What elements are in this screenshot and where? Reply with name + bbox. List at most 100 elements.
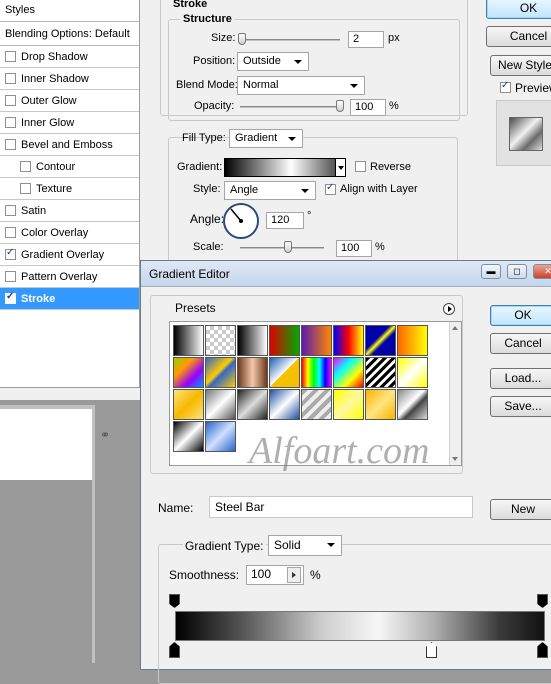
- align-checkbox[interactable]: [325, 182, 341, 195]
- blending-options[interactable]: Blending Options: Default: [0, 22, 139, 46]
- new-style-button[interactable]: New Style...: [490, 55, 551, 76]
- preset-swatch[interactable]: [365, 325, 396, 356]
- smoothness-unit: %: [310, 568, 321, 582]
- opacity-slider[interactable]: [240, 106, 340, 108]
- style-item-checkbox[interactable]: [5, 227, 16, 238]
- preset-swatch[interactable]: [301, 325, 332, 356]
- style-item-texture[interactable]: Texture: [0, 178, 139, 200]
- preset-swatch[interactable]: [173, 325, 204, 356]
- size-field[interactable]: 2: [348, 31, 384, 48]
- style-item-bevel-and-emboss[interactable]: Bevel and Emboss: [0, 134, 139, 156]
- preset-swatch[interactable]: [237, 357, 268, 388]
- gradient-picker-arrow[interactable]: [335, 158, 346, 177]
- align-checkbox-box[interactable]: [325, 182, 336, 195]
- style-item-checkbox[interactable]: [5, 247, 16, 260]
- style-item-inner-glow[interactable]: Inner Glow: [0, 112, 139, 134]
- preset-swatch[interactable]: [333, 357, 364, 388]
- style-item-label: Texture: [36, 182, 73, 195]
- style-item-outer-glow[interactable]: Outer Glow: [0, 90, 139, 112]
- preset-swatch[interactable]: [205, 389, 236, 420]
- load-button[interactable]: Load...: [490, 368, 551, 389]
- fill-type-dropdown[interactable]: Gradient: [229, 129, 303, 148]
- angle-field[interactable]: 120: [266, 212, 304, 229]
- reverse-checkbox-box[interactable]: [355, 161, 366, 172]
- layer-style-cancel-button[interactable]: Cancel: [486, 26, 551, 47]
- style-item-checkbox[interactable]: [5, 95, 16, 106]
- preset-swatch[interactable]: [237, 389, 268, 420]
- opacity-field[interactable]: 100: [350, 99, 386, 116]
- reverse-checkbox[interactable]: [355, 161, 371, 172]
- swatch-scrollbar[interactable]: [449, 322, 461, 465]
- style-item-checkbox[interactable]: [5, 271, 16, 282]
- preset-swatch[interactable]: [333, 325, 364, 356]
- style-item-stroke[interactable]: Stroke: [0, 288, 139, 310]
- preset-swatch[interactable]: [301, 389, 332, 420]
- style-item-checkbox[interactable]: [5, 51, 16, 62]
- style-item-checkbox[interactable]: [5, 139, 16, 150]
- presets-menu-icon[interactable]: [443, 303, 455, 315]
- preset-swatch[interactable]: [269, 357, 300, 388]
- preset-swatch[interactable]: [205, 421, 236, 452]
- position-dropdown[interactable]: Outside: [237, 52, 309, 71]
- preview-checkbox[interactable]: [500, 80, 516, 93]
- position-label: Position:: [193, 55, 236, 67]
- style-item-checkbox[interactable]: [5, 73, 16, 84]
- size-slider-thumb[interactable]: [238, 33, 246, 45]
- preset-swatch[interactable]: [397, 325, 428, 356]
- gradient-bar[interactable]: [175, 611, 545, 641]
- scale-slider[interactable]: [240, 247, 324, 249]
- preset-swatch[interactable]: [205, 325, 236, 356]
- style-item-checkbox[interactable]: [20, 183, 31, 194]
- style-item-checkbox[interactable]: [20, 161, 31, 172]
- preset-swatch[interactable]: [397, 389, 428, 420]
- size-slider[interactable]: [240, 39, 340, 41]
- style-item-contour[interactable]: Contour: [0, 156, 139, 178]
- scale-slider-thumb[interactable]: [284, 241, 292, 253]
- angle-dial[interactable]: [223, 203, 259, 239]
- layer-style-ok-button[interactable]: OK: [486, 0, 551, 19]
- gradient-ok-button[interactable]: OK: [490, 305, 551, 326]
- style-dropdown[interactable]: Angle: [224, 181, 316, 200]
- preset-swatch[interactable]: [173, 357, 204, 388]
- preset-swatch[interactable]: [205, 357, 236, 388]
- smoothness-arrow[interactable]: [287, 567, 301, 583]
- gradient-editor-titlebar[interactable]: Gradient Editor ▬ ◻ ✕: [141, 261, 551, 287]
- new-button[interactable]: New: [490, 499, 551, 520]
- preset-swatch[interactable]: [301, 357, 332, 388]
- preset-swatch[interactable]: [269, 389, 300, 420]
- preset-swatch[interactable]: [173, 421, 204, 452]
- gradient-cancel-button[interactable]: Cancel: [490, 333, 551, 354]
- style-item-color-overlay[interactable]: Color Overlay: [0, 222, 139, 244]
- style-item-pattern-overlay[interactable]: Pattern Overlay: [0, 266, 139, 288]
- size-unit: px: [388, 32, 400, 44]
- style-item-checkbox[interactable]: [5, 205, 16, 216]
- style-item-gradient-overlay[interactable]: Gradient Overlay: [0, 244, 139, 266]
- gradient-type-dropdown[interactable]: Solid: [268, 535, 342, 556]
- preset-swatch[interactable]: [365, 357, 396, 388]
- reverse-label: Reverse: [370, 161, 411, 173]
- style-preview-swatch: [509, 117, 543, 151]
- save-button[interactable]: Save...: [490, 396, 551, 417]
- preset-swatch[interactable]: [269, 325, 300, 356]
- preset-swatch[interactable]: [237, 325, 268, 356]
- minimize-button[interactable]: ▬: [481, 264, 501, 279]
- fill-type-label: Fill Type:: [182, 132, 226, 144]
- scale-field[interactable]: 100: [336, 240, 372, 257]
- style-item-inner-shadow[interactable]: Inner Shadow: [0, 68, 139, 90]
- style-item-satin[interactable]: Satin: [0, 200, 139, 222]
- preset-swatch[interactable]: [173, 389, 204, 420]
- preset-swatch[interactable]: [333, 389, 364, 420]
- styles-header[interactable]: Styles: [0, 0, 139, 22]
- gradient-picker[interactable]: [224, 158, 336, 177]
- preset-swatch[interactable]: [397, 357, 428, 388]
- preview-checkbox-box[interactable]: [500, 80, 511, 93]
- name-field[interactable]: Steel Bar: [209, 496, 473, 518]
- style-item-checkbox[interactable]: [5, 117, 16, 128]
- maximize-button[interactable]: ◻: [507, 264, 527, 279]
- style-item-drop-shadow[interactable]: Drop Shadow: [0, 46, 139, 68]
- blend-mode-dropdown[interactable]: Normal: [237, 76, 365, 95]
- preset-swatch[interactable]: [365, 389, 396, 420]
- opacity-slider-thumb[interactable]: [336, 100, 344, 112]
- style-item-checkbox[interactable]: [5, 291, 16, 304]
- close-button[interactable]: ✕: [533, 264, 551, 279]
